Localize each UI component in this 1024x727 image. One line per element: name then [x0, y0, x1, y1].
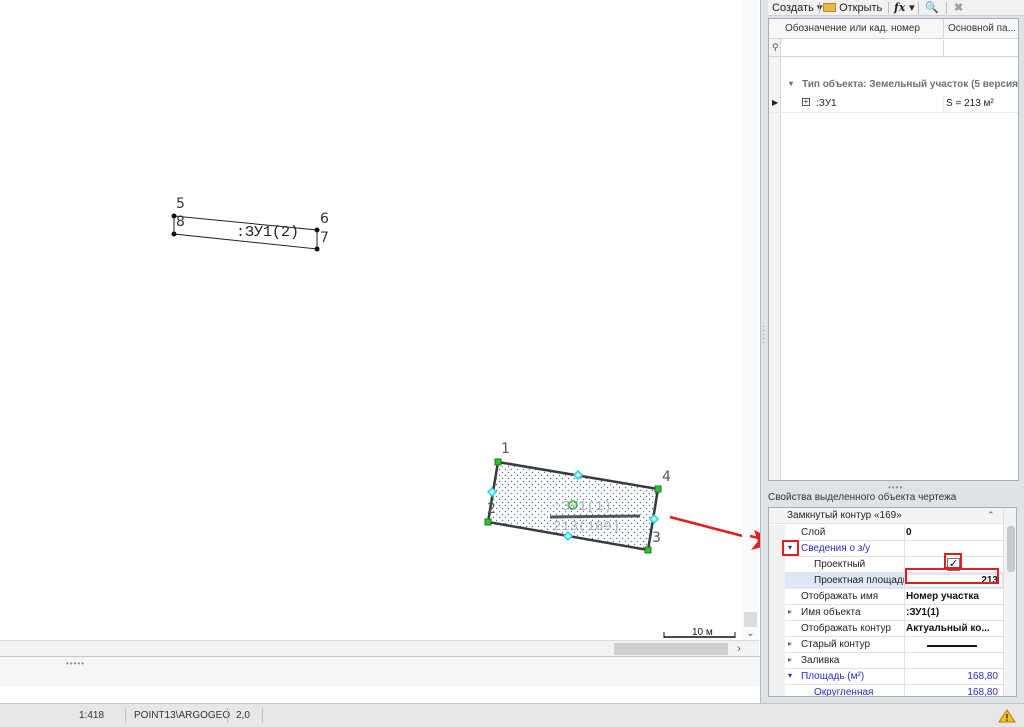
create-button[interactable]: Создать ▾: [772, 1, 822, 15]
prop-row-rounded[interactable]: Округленная 168,80: [769, 685, 1004, 696]
point-number-4: 4: [662, 469, 671, 485]
chevron-right-icon[interactable]: ▸: [788, 607, 792, 616]
bottom-pane-splitter[interactable]: •••••: [0, 656, 760, 686]
canvas-horizontal-scrollbar[interactable]: ›: [0, 640, 759, 657]
vertical-splitter-grip[interactable]: · · · · ·: [762, 323, 767, 355]
vertex-grip[interactable]: [654, 485, 662, 493]
highlight-expand-box: [782, 540, 799, 556]
column-header-main-param[interactable]: Основной па...: [948, 23, 1018, 34]
bottom-pane: [0, 686, 760, 703]
prop-row-old-contour[interactable]: ▸ Старый контур: [769, 637, 1004, 653]
prop-row-display-contour[interactable]: Отображать контур Актуальный ко...: [769, 621, 1004, 637]
object-toolbar: Создать ▾ Открыть fx ▾ 🔍 ✖: [768, 0, 1024, 16]
open-button[interactable]: Открыть: [823, 1, 882, 15]
chevron-right-icon[interactable]: ▸: [788, 639, 792, 648]
area-underline: [549, 514, 641, 519]
status-bar: 1:418 POINT13\ARGOGEO 2,0: [0, 703, 1024, 727]
red-arrow-annotation: [669, 515, 742, 538]
vertex-grip[interactable]: [644, 546, 652, 554]
zoom-search-icon[interactable]: 🔍: [925, 1, 939, 15]
horizontal-splitter-grip[interactable]: ••••: [888, 483, 903, 492]
vertex-point[interactable]: [314, 227, 320, 233]
group-row[interactable]: ▾ Тип объекта: Земельный участок (5 верс…: [769, 76, 1019, 94]
expand-plus-icon[interactable]: +: [802, 98, 810, 106]
point-number-1: 1: [501, 441, 510, 457]
parcel2-label: :ЗУ1(2): [236, 224, 299, 241]
prop-row-object-name[interactable]: ▸ Имя объекта :ЗУ1(1): [769, 605, 1004, 621]
properties-scrollbar[interactable]: [1003, 508, 1016, 696]
grid-header: Обозначение или кад. номер Основной па..…: [769, 19, 1018, 39]
delete-icon[interactable]: ✖: [954, 1, 963, 15]
table-row[interactable]: ▶ + :ЗУ1 S = 213 м²: [769, 95, 1018, 113]
point-number-5: 5: [176, 196, 185, 212]
row-name: :ЗУ1: [816, 98, 837, 109]
prop-row-fill[interactable]: ▸ Заливка: [769, 653, 1004, 669]
vertex-grip[interactable]: [494, 458, 502, 466]
scrollbar-thumb[interactable]: [1007, 526, 1015, 572]
point-number-8: 8: [176, 214, 185, 230]
chevron-down-icon[interactable]: ⌄: [742, 627, 759, 641]
chevron-up-icon[interactable]: ⌃: [987, 510, 995, 521]
line-style-preview[interactable]: [927, 645, 977, 647]
properties-title: Свойства выделенного объекта чертежа: [768, 492, 957, 503]
pin-icon: ⚲: [772, 42, 779, 52]
prop-row-area[interactable]: ▾ Площадь (м²) 168,80: [769, 669, 1004, 685]
point-number-2: 2: [487, 501, 496, 517]
drawing-canvas[interactable]: :ЗУ1(2) 5 6 7 8 :ЗУ1(1) 213(169) 1 2 3 4…: [0, 0, 759, 655]
point-number-6: 6: [320, 211, 329, 227]
highlight-area-box: [905, 568, 999, 584]
formula-button[interactable]: fx ▾: [894, 1, 915, 15]
vertex-point[interactable]: [171, 231, 177, 237]
chevron-down-icon[interactable]: ▾: [789, 79, 793, 88]
point-number-3: 3: [652, 530, 661, 546]
canvas-vertical-scrollbar[interactable]: ⌄: [742, 0, 759, 655]
group-label: Тип объекта: Земельный участок (5 версия…: [802, 79, 1019, 90]
status-scale: 1:418: [79, 710, 105, 721]
properties-panel: Замкнутый контур «169» ⌃ Слой 0 ▾ Сведен…: [768, 507, 1017, 697]
warning-icon[interactable]: [998, 709, 1016, 723]
vertex-point[interactable]: [314, 246, 320, 252]
row-value: S = 213 м²: [946, 98, 994, 109]
properties-header-row: Замкнутый контур «169» ⌃: [769, 508, 1004, 524]
point-number-7: 7: [320, 230, 329, 246]
objects-grid: Обозначение или кад. номер Основной па..…: [768, 18, 1019, 481]
chevron-down-icon[interactable]: ▾: [788, 671, 792, 680]
parcel-zu1-2[interactable]: :ЗУ1(2) 5 6 7 8: [171, 196, 330, 252]
highlight-checkbox-box: [944, 553, 962, 569]
drawing-svg[interactable]: :ЗУ1(2) 5 6 7 8 :ЗУ1(1) 213(169) 1 2 3 4…: [0, 0, 742, 640]
prop-row-parcel-info[interactable]: ▾ Сведения о з/у: [769, 541, 1004, 557]
current-row-icon: ▶: [772, 98, 779, 107]
scale-bar-label: 10 м: [692, 627, 713, 638]
scrollbar-thumb[interactable]: [744, 612, 757, 627]
vertex-grip[interactable]: [484, 518, 492, 526]
properties-header: Замкнутый контур «169»: [787, 510, 902, 521]
grip-icon[interactable]: •••••: [66, 659, 85, 668]
folder-icon: [823, 3, 836, 12]
status-value: 2,0: [236, 710, 250, 721]
scale-bar: 10 м: [663, 627, 736, 638]
parcel1-area-label: 213(169): [553, 519, 620, 535]
status-layer: POINT13\ARGOGEO: [134, 710, 231, 721]
parcel1-label: :ЗУ1(1): [553, 499, 612, 515]
prop-row-layer[interactable]: Слой 0: [769, 525, 1004, 541]
prop-row-display-name[interactable]: Отображать имя Номер участка: [769, 589, 1004, 605]
scrollbar-thumb[interactable]: [614, 643, 728, 655]
chevron-right-icon[interactable]: ▸: [788, 655, 792, 664]
column-header-designation[interactable]: Обозначение или кад. номер: [785, 23, 940, 34]
parcel-zu1-1[interactable]: :ЗУ1(1) 213(169) 1 2 3 4: [484, 441, 671, 554]
filter-row[interactable]: ⚲: [769, 40, 1018, 57]
